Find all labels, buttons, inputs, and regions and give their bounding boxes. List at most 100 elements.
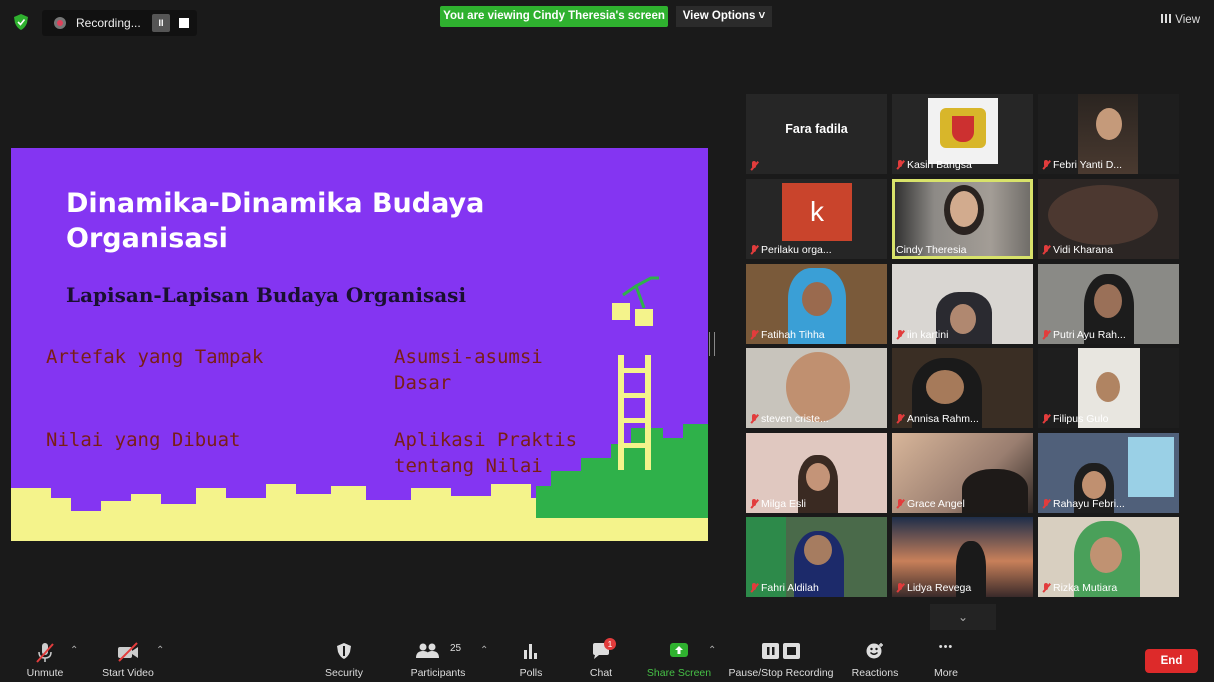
video-tile[interactable]: Putri Ayu Rah...	[1038, 264, 1179, 344]
video-tile[interactable]: Fara fadila	[746, 94, 887, 174]
muted-mic-icon	[750, 330, 758, 340]
chat-unread-badge: 1	[604, 638, 616, 650]
share-options-caret-icon[interactable]: ⌃	[708, 645, 716, 656]
participants-label: Participants	[410, 667, 466, 679]
video-tile[interactable]: Rahayu Febri...	[1038, 433, 1179, 513]
video-options-caret-icon[interactable]: ⌃	[156, 645, 164, 656]
video-tile[interactable]: Filipus Gulo	[1038, 348, 1179, 428]
video-tile[interactable]: steven criste...	[746, 348, 887, 428]
share-screen-label: Share Screen	[646, 667, 712, 679]
gallery-next-page-button[interactable]: ⌄	[930, 604, 996, 630]
polls-label: Polls	[519, 667, 543, 679]
participant-name: Rahayu Febri...	[1053, 498, 1125, 510]
more-button[interactable]: ••• More	[926, 632, 966, 682]
slide-item-aplikasi-line1: Aplikasi Praktis	[394, 429, 578, 451]
more-dots-icon: •••	[938, 641, 954, 653]
shared-screen-slide: Dinamika-Dinamika Budaya Organisasi Lapi…	[11, 148, 708, 541]
slide-subtitle: Lapisan-Lapisan Budaya Organisasi	[66, 283, 467, 307]
tile-label: Kasih Bangsa	[896, 159, 972, 171]
muted-mic-icon	[750, 161, 758, 171]
security-button[interactable]: Security	[320, 632, 368, 682]
participant-name: Vidi Kharana	[1053, 244, 1113, 256]
participant-name: Filipus Gulo	[1053, 413, 1109, 425]
participant-name: Milga Esli	[761, 498, 806, 510]
video-tile[interactable]: Lidya Revega	[892, 517, 1033, 597]
security-shield-icon	[337, 643, 351, 659]
video-tile[interactable]: Fahri Aldilah	[746, 517, 887, 597]
tile-label: Grace Angel	[896, 498, 965, 510]
pause-stop-recording-button[interactable]: Pause/Stop Recording	[726, 632, 836, 682]
splitter-handle[interactable]	[709, 332, 715, 356]
participant-name: Kasih Bangsa	[907, 159, 972, 171]
start-video-label: Start Video	[102, 667, 154, 679]
participant-name: Grace Angel	[907, 498, 965, 510]
chat-button[interactable]: 1 Chat	[582, 632, 620, 682]
participant-name: steven criste...	[761, 413, 829, 425]
slide-item-artefak: Artefak yang Tampak	[46, 346, 264, 368]
participants-caret-icon[interactable]: ⌃	[480, 645, 488, 656]
video-tile[interactable]: Kasih Bangsa	[892, 94, 1033, 174]
tile-label: Rahayu Febri...	[1042, 498, 1125, 510]
slide-item-nilai: Nilai yang Dibuat	[46, 429, 241, 451]
more-label: More	[934, 667, 958, 679]
tile-label: Lidya Revega	[896, 582, 971, 594]
tile-label: Milga Esli	[750, 498, 806, 510]
start-video-button[interactable]: Start Video	[96, 632, 160, 682]
slide-item-aplikasi-line2: tentang Nilai	[394, 455, 543, 477]
video-tile[interactable]: iin kartini	[892, 264, 1033, 344]
chat-label: Chat	[589, 667, 613, 679]
video-tile[interactable]: Fatihah Tihha	[746, 264, 887, 344]
audio-options-caret-icon[interactable]: ⌃	[70, 645, 78, 656]
share-screen-button[interactable]: Share Screen	[646, 632, 712, 682]
tile-label: Vidi Kharana	[1042, 244, 1113, 256]
viewing-screen-banner: You are viewing Cindy Theresia's screen	[440, 6, 668, 27]
video-tile[interactable]: Febri Yanti D...	[1038, 94, 1179, 174]
video-tile[interactable]: Rizka Mutiara	[1038, 517, 1179, 597]
muted-mic-icon	[750, 414, 758, 424]
end-meeting-button[interactable]: End	[1145, 649, 1198, 673]
view-button[interactable]: View	[1161, 14, 1200, 26]
slide-title-line2: Organisasi	[66, 223, 228, 254]
slide-item-asumsi-line2: Dasar	[394, 372, 452, 394]
slide-item-asumsi: Asumsi-asumsi Dasar	[394, 344, 543, 396]
polls-button[interactable]: Polls	[512, 632, 550, 682]
slide-item-aplikasi: Aplikasi Praktis tentang Nilai	[394, 427, 577, 479]
polls-icon	[524, 644, 537, 659]
participants-button[interactable]: 25 Participants	[404, 632, 472, 682]
slide-item-asumsi-line1: Asumsi-asumsi	[394, 346, 543, 368]
muted-mic-icon	[1042, 499, 1050, 509]
meeting-toolbar: Unmute ⌃ Start Video ⌃ Security 25 Parti…	[0, 632, 1214, 682]
unmute-button[interactable]: Unmute	[18, 632, 72, 682]
tile-label: Febri Yanti D...	[1042, 159, 1122, 171]
participant-name: Perilaku orga...	[761, 244, 832, 256]
video-tile[interactable]: Milga Esli	[746, 433, 887, 513]
participant-name: Fatihah Tihha	[761, 329, 825, 341]
tile-label: Perilaku orga...	[750, 244, 832, 256]
participant-name-large: Fara fadila	[785, 122, 848, 136]
muted-mic-icon	[1042, 245, 1050, 255]
view-options-button[interactable]: View Options ˅	[676, 6, 772, 27]
video-tile-active-speaker[interactable]: Cindy Theresia	[892, 179, 1033, 259]
video-tile[interactable]: k Perilaku orga...	[746, 179, 887, 259]
top-bar: Recording... II You are viewing Cindy Th…	[0, 0, 1214, 44]
video-tile[interactable]: Annisa Rahm...	[892, 348, 1033, 428]
video-tile[interactable]: Grace Angel	[892, 433, 1033, 513]
video-tile[interactable]: Vidi Kharana	[1038, 179, 1179, 259]
slide-title-line1: Dinamika-Dinamika Budaya	[66, 188, 485, 219]
participant-name: Lidya Revega	[907, 582, 972, 594]
participant-name: Annisa Rahm...	[907, 413, 979, 425]
slide-title: Dinamika-Dinamika Budaya Organisasi	[66, 186, 526, 256]
security-label: Security	[325, 667, 363, 679]
muted-mic-icon	[1042, 583, 1050, 593]
stop-recording-button[interactable]	[179, 18, 189, 28]
participant-name: iin kartini	[907, 329, 949, 341]
tile-label: Fatihah Tihha	[750, 329, 825, 341]
view-label: View	[1175, 14, 1200, 26]
muted-mic-icon	[750, 245, 758, 255]
reactions-button[interactable]: Reactions	[848, 632, 902, 682]
tile-label: Rizka Mutiara	[1042, 582, 1117, 594]
muted-mic-icon	[1042, 330, 1050, 340]
muted-mic-icon	[1042, 414, 1050, 424]
shield-icon[interactable]	[14, 14, 28, 30]
pause-recording-button[interactable]: II	[152, 14, 170, 32]
